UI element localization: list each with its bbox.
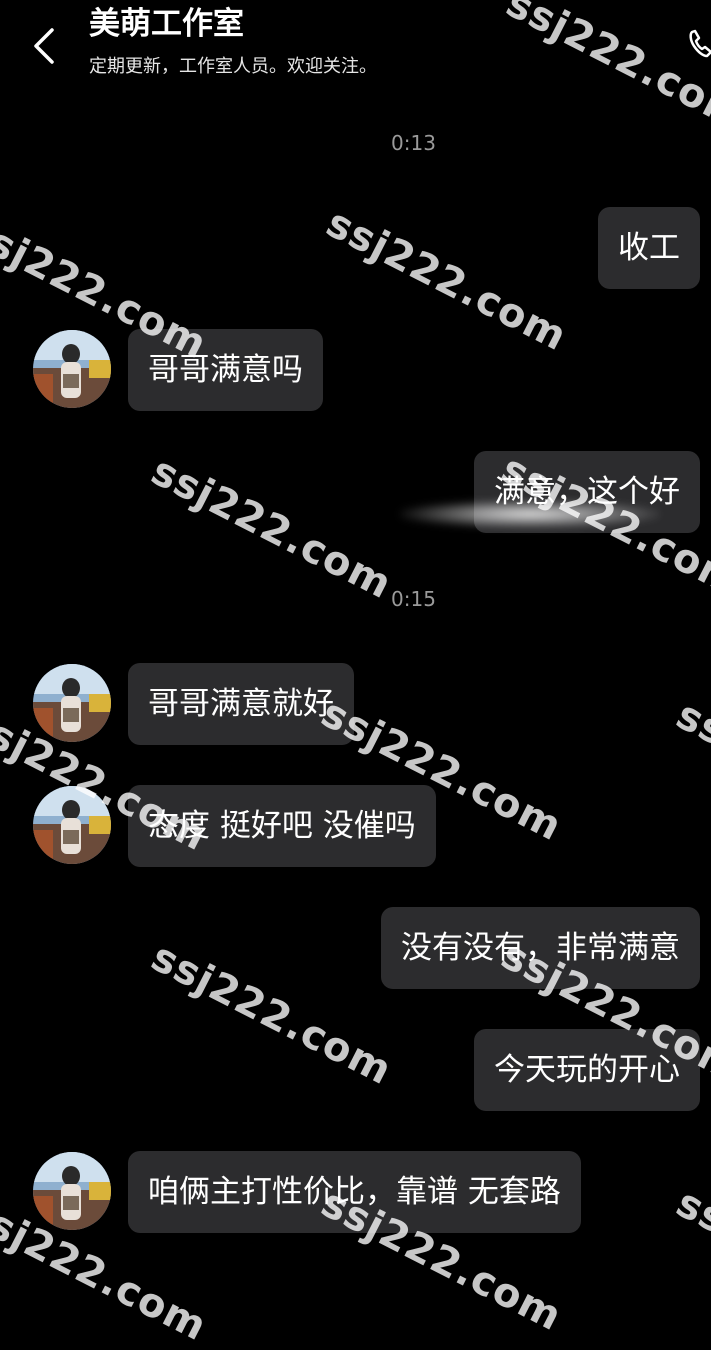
avatar[interactable] [33, 1152, 111, 1230]
call-button[interactable] [684, 20, 711, 64]
avatar-image [33, 664, 111, 742]
watermark: ssj222.com [669, 692, 711, 853]
phone-icon [689, 29, 711, 58]
avatar[interactable] [33, 664, 111, 742]
watermark: ssj222.com [144, 934, 400, 1095]
message-bubble-outgoing[interactable]: 收工 [598, 207, 700, 289]
avatar-image [33, 330, 111, 408]
watermark: ssj222.com [0, 208, 215, 369]
watermark: ssj222.com [319, 200, 575, 361]
watermark: ssj222.com [669, 1180, 711, 1341]
chat-subtitle: 定期更新，工作室人员。欢迎关注。 [89, 56, 377, 77]
back-button[interactable] [26, 24, 62, 68]
chat-title: 美萌工作室 [89, 6, 244, 42]
avatar-image [33, 1152, 111, 1230]
avatar[interactable] [33, 330, 111, 408]
timestamp: 0:13 [391, 131, 436, 155]
chevron-left-icon [34, 28, 54, 64]
